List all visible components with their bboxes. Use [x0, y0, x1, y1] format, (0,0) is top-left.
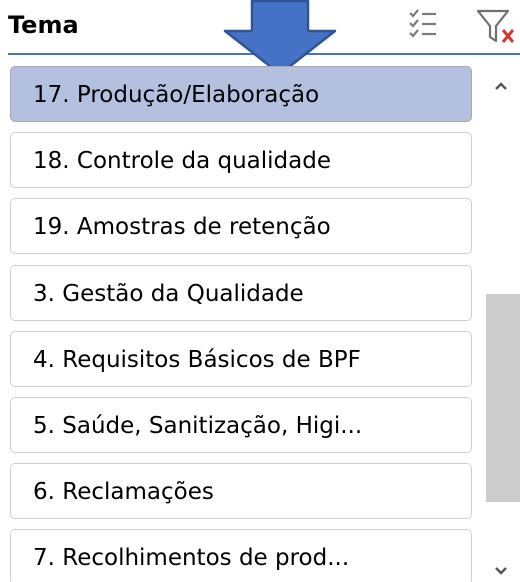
slicer-item[interactable]: 4. Requisitos Básicos de BPF: [10, 330, 472, 387]
slicer-item[interactable]: 5. Saúde, Sanitização, Higi...: [10, 397, 472, 453]
slicer-item-label: 19. Amostras de retenção: [33, 214, 331, 241]
slicer-item[interactable]: 6. Reclamações: [10, 463, 472, 520]
slicer-item[interactable]: 17. Produção/Elaboração: [10, 66, 472, 122]
slicer-item-list: 17. Produção/Elaboração 18. Controle da q…: [0, 66, 478, 582]
slicer-item[interactable]: 7. Recolhimentos de prod...: [10, 529, 472, 582]
slicer-header: Tema: [0, 0, 520, 56]
slicer-item[interactable]: 18. Controle da qualidade: [10, 132, 472, 189]
scrollbar-thumb[interactable]: [486, 294, 520, 502]
header-divider: [8, 53, 520, 55]
slicer-title: Tema: [8, 11, 79, 39]
multi-select-button[interactable]: [403, 4, 443, 48]
slicer-item-label: 3. Gestão da Qualidade: [33, 280, 304, 307]
slicer-item[interactable]: 19. Amostras de retenção: [10, 198, 472, 255]
multi-select-icon: [409, 9, 436, 38]
slicer-item-label: 17. Produção/Elaboração: [33, 82, 320, 108]
slicer-item-label: 18. Controle da qualidade: [33, 148, 331, 175]
clear-filter-icon: [476, 9, 515, 43]
chevron-up-icon: [495, 82, 507, 90]
chevron-down-icon: [495, 567, 507, 575]
slicer-item[interactable]: 3. Gestão da Qualidade: [10, 264, 472, 321]
scroll-down-button[interactable]: [482, 556, 520, 582]
clear-filter-button[interactable]: [475, 4, 520, 48]
slicer-item-label: 6. Reclamações: [33, 479, 214, 506]
slicer-item-label: 4. Requisitos Básicos de BPF: [33, 346, 361, 373]
slicer-item-label: 5. Saúde, Sanitização, Higi...: [33, 413, 363, 439]
slicer-item-label: 7. Recolhimentos de prod...: [33, 545, 350, 572]
scroll-up-button[interactable]: [482, 70, 520, 100]
slicer-panel: Tema 17. Produção/Elaboração 18. Control…: [0, 0, 520, 582]
